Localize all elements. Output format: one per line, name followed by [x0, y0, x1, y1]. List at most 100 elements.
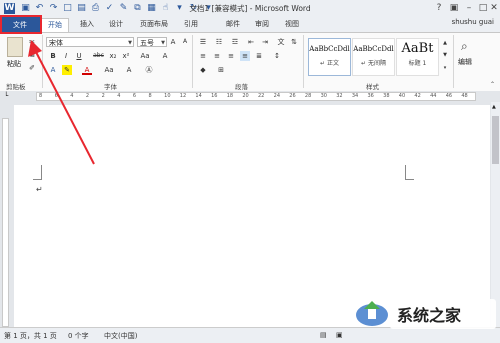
numbering-icon[interactable]: ☷	[214, 37, 224, 47]
ruler-number: 4	[117, 93, 121, 99]
paste-label[interactable]: 粘贴	[7, 59, 21, 69]
ruler-number: 14	[195, 93, 202, 99]
style-normal[interactable]: AaBbCcDdl ↵ 正文	[308, 38, 351, 76]
chevron-down-icon[interactable]: ▼	[161, 38, 165, 48]
tab-selector-icon[interactable]: └	[4, 92, 8, 100]
tab-mailings[interactable]: 邮件	[222, 18, 244, 31]
help-icon[interactable]: ?	[432, 2, 446, 14]
bold-icon[interactable]: B	[48, 51, 58, 61]
format-painter-icon[interactable]: ✐	[27, 63, 37, 73]
ribbon-home: 粘贴 ✂ ⧉ ✐ 剪贴板 宋体 ▼ 五号 ▼ A A B I U abc x₂ x²…	[0, 32, 500, 92]
styles-more-icon[interactable]: ▾	[440, 63, 450, 73]
shrink-font-icon[interactable]: A	[180, 37, 190, 47]
group-divider	[303, 35, 304, 88]
italic-icon[interactable]: I	[61, 51, 71, 61]
status-words[interactable]: 0 个字	[68, 331, 89, 341]
ruler-number: 46	[445, 93, 453, 99]
style-no-spacing[interactable]: AaBbCcDdl ↵ 无间隔	[352, 38, 395, 76]
ruler-number: 38	[383, 93, 390, 99]
user-name[interactable]: shushu guai	[452, 18, 494, 26]
style-heading-1[interactable]: AaBt 标题 1	[396, 38, 439, 76]
char-shading-icon[interactable]: A	[124, 65, 134, 75]
ruler-number: 42	[414, 93, 421, 99]
distributed-icon[interactable]: ≣	[254, 51, 264, 61]
status-page[interactable]: 第 1 页，共 1 页	[4, 331, 57, 341]
strikethrough-icon[interactable]: abc	[92, 51, 105, 61]
highlight-icon[interactable]: ✎	[62, 65, 72, 75]
editing-label[interactable]: 编辑	[458, 57, 472, 67]
ruler-number: 36	[367, 93, 374, 99]
align-center-icon[interactable]: ≡	[212, 51, 222, 61]
ribbon-display-icon[interactable]: ▣	[447, 2, 461, 14]
paste-icon[interactable]	[7, 37, 23, 57]
styles-group-label: 样式	[366, 83, 379, 91]
styles-scroll-down-icon[interactable]: ▼	[440, 50, 450, 60]
subscript-icon[interactable]: x₂	[108, 51, 118, 61]
vertical-ruler	[0, 102, 11, 327]
grow-font-icon[interactable]: A	[168, 37, 178, 47]
text-cursor: ↵	[36, 185, 43, 194]
site-watermark: 系统之家	[352, 293, 497, 333]
scroll-thumb[interactable]	[492, 116, 499, 164]
font-group-label: 字体	[104, 83, 117, 91]
style-sample: AaBbCcDdl	[353, 45, 394, 53]
ruler-number: 30	[320, 93, 327, 99]
collapse-ribbon-icon[interactable]: ⌃	[490, 81, 495, 88]
close-button[interactable]: ✕	[488, 2, 500, 14]
margin-corner-mark	[405, 165, 414, 180]
bullets-icon[interactable]: ☰	[198, 37, 208, 47]
tab-design[interactable]: 设计	[105, 18, 127, 31]
status-language[interactable]: 中文(中国)	[104, 331, 137, 341]
chinese-layout-icon[interactable]: 文	[276, 37, 286, 47]
font-case-icon[interactable]: Aa	[104, 65, 114, 75]
ruler-number: 22	[258, 93, 265, 99]
multilevel-list-icon[interactable]: ☲	[230, 37, 240, 47]
cut-icon[interactable]: ✂	[27, 37, 37, 47]
print-layout-icon[interactable]: ▣	[336, 331, 343, 339]
borders-icon[interactable]: ⊞	[216, 65, 226, 75]
find-icon[interactable]: ⌕	[461, 39, 468, 54]
justify-icon[interactable]: ≡	[240, 51, 250, 61]
style-sample: AaBbCcDdl	[309, 45, 350, 53]
ruler-track[interactable]: 8 6 4 2 2 4 6 8 10 12 14 16 18 20 22 24 26 28 30 32 34 36 38 40…	[36, 92, 476, 101]
ruler-number: 44	[430, 93, 437, 99]
ruler-number: 32	[336, 93, 343, 99]
superscript-icon[interactable]: x²	[121, 51, 131, 61]
tab-file[interactable]: 文件	[0, 17, 40, 33]
font-color-icon[interactable]: A	[82, 65, 92, 75]
vertical-ruler-track[interactable]	[2, 118, 9, 327]
tab-insert[interactable]: 插入	[76, 18, 98, 31]
align-right-icon[interactable]: ≡	[226, 51, 236, 61]
font-size-value: 五号	[140, 39, 154, 47]
tab-page-layout[interactable]: 页面布局	[136, 18, 172, 31]
tab-references[interactable]: 引用	[180, 18, 202, 31]
clear-format-icon[interactable]: A	[160, 51, 170, 61]
align-left-icon[interactable]: ≡	[198, 51, 208, 61]
decrease-indent-icon[interactable]: ⇤	[246, 37, 256, 47]
shading-icon[interactable]: ◆	[198, 65, 208, 75]
tab-home[interactable]: 开始	[41, 18, 69, 32]
minimize-button[interactable]: –	[462, 2, 476, 14]
chevron-down-icon[interactable]: ▼	[128, 38, 132, 48]
style-name: ↵ 正文	[320, 60, 339, 67]
underline-icon[interactable]: U	[74, 51, 84, 61]
scroll-up-icon[interactable]: ▲	[492, 104, 496, 110]
ruler-number: 2	[85, 93, 90, 99]
ruler-number: 6	[54, 93, 58, 99]
line-spacing-icon[interactable]: ↕	[272, 51, 282, 61]
styles-scroll-up-icon[interactable]: ▲	[440, 38, 450, 48]
read-mode-icon[interactable]: ▤	[320, 331, 327, 339]
title-bar: W ▣ ↶ ↷ □ ▤ ⎙ ✓ ✎ ⧉ ▦ ☝ ▾ ↻ ▾ 文档1 [兼容模式]…	[0, 0, 500, 17]
font-size-select[interactable]: 五号 ▼	[137, 37, 167, 47]
sort-icon[interactable]: ⇅	[289, 37, 299, 47]
ruler-number: 48	[461, 93, 468, 99]
change-case-icon[interactable]: Aa	[140, 51, 150, 61]
tab-review[interactable]: 审阅	[251, 18, 273, 31]
ruler-number: 12	[179, 93, 187, 99]
tab-view[interactable]: 视图	[281, 18, 303, 31]
copy-icon[interactable]: ⧉	[27, 50, 37, 60]
font-name-select[interactable]: 宋体 ▼	[46, 37, 134, 47]
enclose-icon[interactable]: Ⓐ	[144, 65, 154, 75]
increase-indent-icon[interactable]: ⇥	[260, 37, 270, 47]
text-effects-icon[interactable]: A	[48, 65, 58, 75]
